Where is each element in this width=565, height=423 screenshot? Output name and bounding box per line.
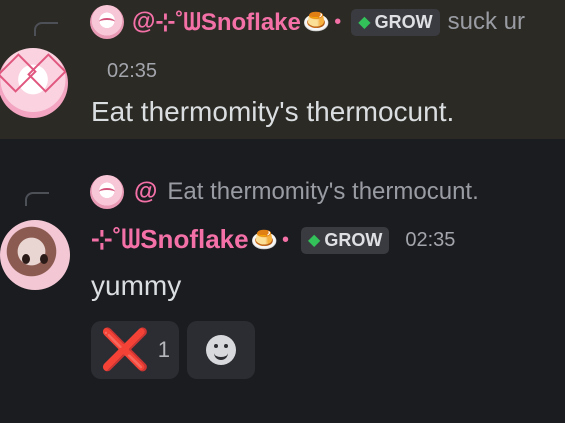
reply-connector <box>25 192 49 206</box>
reaction-count: 1 <box>157 337 171 362</box>
reply-reference[interactable]: @ Eat thermomity's thermocunt. <box>90 175 479 209</box>
cross-mark-icon: ❌ <box>99 328 150 372</box>
reply-connector <box>34 22 58 36</box>
eye-shape <box>40 254 48 264</box>
reply-reference[interactable]: @ ⊹˚ᗯSnoflake 🍮 • ◆ GROW suck ur <box>90 5 525 39</box>
reply-username[interactable]: ⊹˚ᗯSnoflake <box>155 8 300 37</box>
message-timestamp[interactable]: 02:35 <box>405 229 455 252</box>
reply-preview-text[interactable]: suck ur <box>448 8 525 36</box>
message-content: Eat thermomity's thermocunt. <box>91 96 455 127</box>
add-reaction-smiley-icon <box>206 335 236 365</box>
guild-tag-label: GROW <box>374 11 433 32</box>
flan-pudding-icon: 🍮 <box>250 227 278 252</box>
reply-avatar[interactable] <box>90 175 124 209</box>
guild-tag[interactable]: ◆ GROW <box>351 8 440 36</box>
message-timestamp[interactable]: 02:35 <box>107 60 157 83</box>
leaf-icon: ◆ <box>308 232 321 249</box>
guild-tag-label: GROW <box>324 229 383 250</box>
leaf-icon: ◆ <box>358 14 371 31</box>
eye-shape <box>22 254 30 264</box>
user-avatar[interactable] <box>0 220 70 290</box>
username[interactable]: ⊹˚ᗯSnoflake <box>91 224 249 256</box>
dot-icon: • <box>334 10 342 33</box>
reply-preview-text[interactable]: Eat thermomity's thermocunt. <box>167 178 478 206</box>
reply-at-symbol: @ <box>132 8 156 35</box>
add-reaction-button[interactable] <box>187 321 255 379</box>
reply-at-symbol: @ <box>134 178 158 205</box>
dot-icon: • <box>282 228 290 251</box>
message-header: ⊹˚ᗯSnoflake 🍮 • ◆ GROW 02:35 <box>91 224 455 256</box>
user-avatar[interactable] <box>0 48 68 118</box>
reaction-button[interactable]: ❌ 1 <box>91 321 179 379</box>
flan-pudding-icon: 🍮 <box>302 9 331 34</box>
guild-tag[interactable]: ◆ GROW <box>301 226 390 254</box>
reply-avatar[interactable] <box>90 5 124 39</box>
message-content: yummy <box>91 270 182 301</box>
